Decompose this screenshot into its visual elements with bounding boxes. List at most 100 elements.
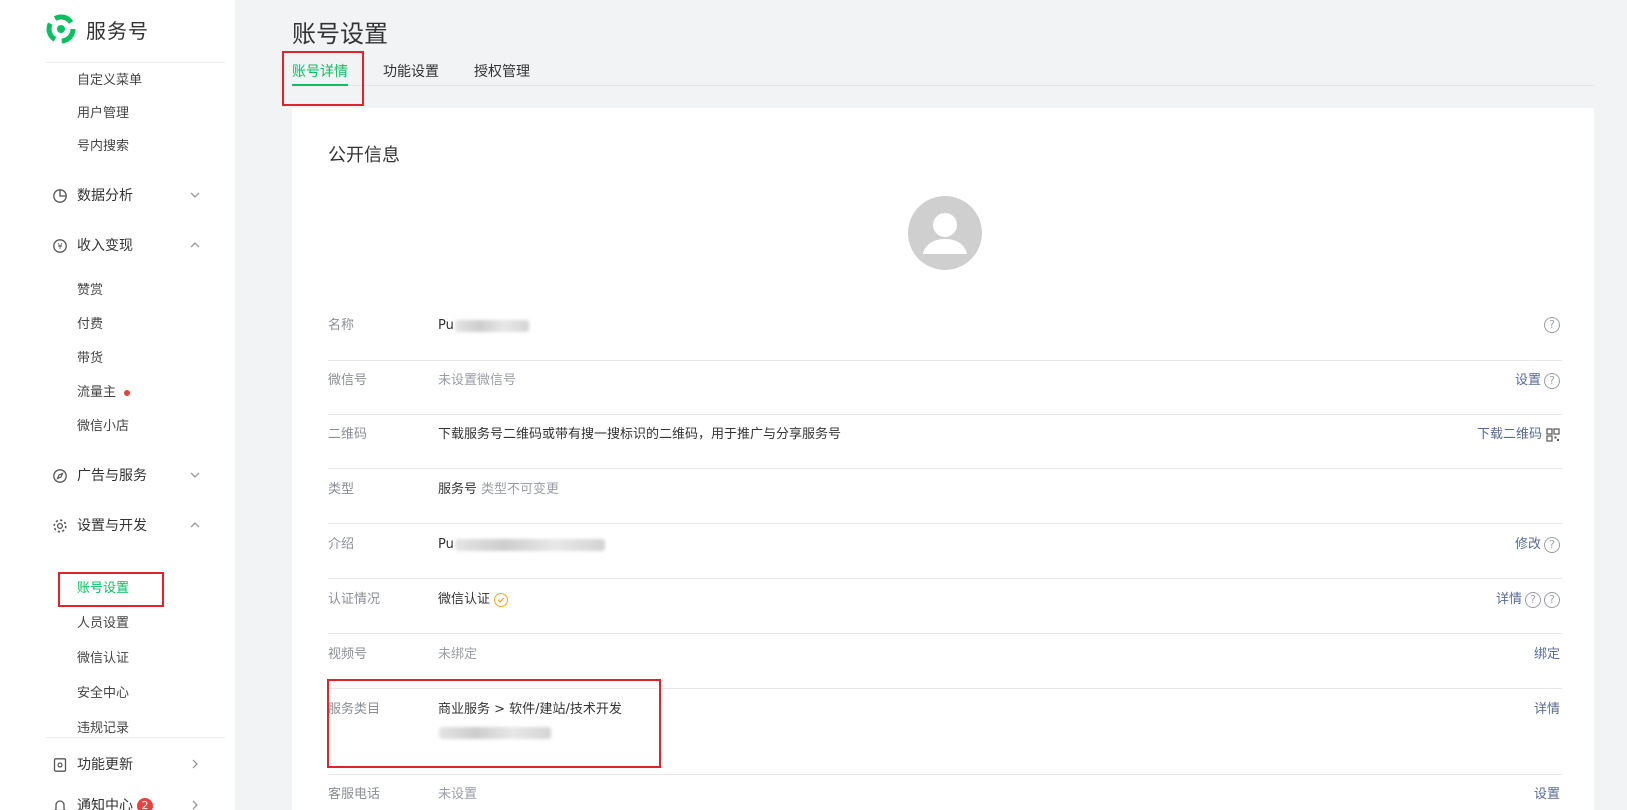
intro-text: Pu — [438, 537, 454, 552]
user-silhouette-icon — [923, 213, 967, 254]
name-help[interactable]: ? — [1541, 317, 1560, 333]
sidebar-item-appreciation[interactable]: 赞赏 — [77, 282, 103, 300]
sidebar-item-paid[interactable]: 付费 — [77, 316, 103, 334]
qrcode-icon — [1546, 428, 1560, 442]
redacted-text — [454, 320, 529, 332]
sidebar-item-account-settings[interactable]: 账号设置 — [77, 580, 129, 598]
phone-value: 未设置 — [438, 786, 477, 804]
tab-account-details[interactable]: 账号详情 — [292, 62, 348, 86]
bell-icon — [52, 798, 68, 810]
row-label: 类型 — [328, 482, 355, 497]
sidebar-item-in-account-search[interactable]: 号内搜索 — [77, 138, 129, 156]
sidebar-item-security-center[interactable]: 安全中心 — [77, 685, 129, 703]
intro-actions: 修改 ? — [1515, 536, 1560, 554]
row-divider — [328, 774, 1562, 775]
question-icon[interactable]: ? — [1544, 373, 1560, 389]
channels-text: 未绑定 — [438, 647, 478, 662]
sidebar-item-user-management[interactable]: 用户管理 — [77, 105, 129, 123]
wechat-id-text: 未设置微信号 — [438, 373, 517, 388]
account-name-value: Pu — [438, 317, 529, 335]
row-divider — [328, 468, 1562, 469]
row-label: 二维码 — [328, 427, 368, 442]
tab-bar: 账号详情 功能设置 授权管理 — [292, 62, 1594, 86]
sidebar: 服务号 自定义菜单 用户管理 号内搜索 数据分析 ¥ 收入变现 赞赏 付费 带货… — [0, 0, 235, 810]
sidebar-group-ads-services[interactable]: 广告与服务 — [52, 466, 202, 486]
chevron-up-icon — [188, 238, 202, 252]
sidebar-item-custom-menu[interactable]: 自定义菜单 — [77, 72, 142, 90]
sidebar-item-sell-goods[interactable]: 带货 — [77, 350, 103, 368]
tab-authorization-management[interactable]: 授权管理 — [474, 62, 530, 82]
question-icon: ? — [1544, 317, 1560, 333]
sidebar-item-staff-settings[interactable]: 人员设置 — [77, 615, 129, 633]
tab-feature-settings[interactable]: 功能设置 — [383, 62, 439, 82]
row-divider — [328, 360, 1562, 361]
sidebar-group-monetization[interactable]: ¥ 收入变现 — [52, 236, 202, 256]
redacted-text — [439, 727, 551, 739]
sidebar-group-label: 设置与开发 — [77, 518, 147, 534]
service-category-details-link[interactable]: 详情 — [1534, 701, 1560, 719]
sidebar-group-label: 收入变现 — [77, 238, 133, 254]
compass-icon — [52, 468, 68, 484]
sidebar-divider — [46, 62, 225, 63]
notification-dot — [124, 390, 131, 396]
sidebar-group-feature-updates[interactable]: 功能更新 — [52, 755, 202, 775]
chevron-down-icon — [188, 468, 202, 482]
row-divider — [328, 414, 1562, 415]
download-qrcode-label: 下载二维码 — [1476, 427, 1542, 442]
gear-icon — [52, 518, 68, 534]
verification-value: 微信认证 — [438, 591, 509, 609]
avatar[interactable] — [908, 196, 982, 270]
verification-text: 微信认证 — [438, 592, 491, 607]
edit-intro-link[interactable]: 修改 — [1515, 536, 1541, 554]
account-type-value: 服务号 类型不可变更 — [438, 481, 559, 499]
question-icon[interactable]: ? — [1525, 592, 1541, 608]
sidebar-group-label: 功能更新 — [77, 757, 133, 773]
row-divider — [328, 578, 1562, 579]
phone-text: 未设置 — [438, 787, 478, 802]
account-type-note: 类型不可变更 — [481, 482, 560, 497]
row-label: 微信号 — [328, 373, 368, 388]
sidebar-group-notifications[interactable]: 通知中心 2 — [52, 796, 202, 810]
account-name-text: Pu — [438, 318, 454, 333]
set-wechat-id-link[interactable]: 设置 — [1515, 372, 1541, 390]
question-icon[interactable]: ? — [1544, 537, 1560, 553]
question-icon[interactable]: ? — [1544, 592, 1560, 608]
sidebar-group-settings-dev[interactable]: 设置与开发 — [52, 516, 202, 536]
chevron-down-icon — [188, 188, 202, 202]
row-divider — [328, 633, 1562, 634]
row-divider — [328, 688, 1562, 689]
page-title: 账号设置 — [292, 20, 388, 48]
brand-name: 服务号 — [86, 18, 149, 43]
svg-text:¥: ¥ — [57, 242, 62, 251]
notification-badge: 2 — [137, 798, 153, 810]
pie-chart-icon — [52, 188, 68, 204]
chevron-right-icon — [188, 798, 202, 810]
download-qrcode-link[interactable]: 下载二维码 — [1477, 426, 1560, 444]
section-title: 公开信息 — [328, 145, 400, 166]
sidebar-item-traffic-owner[interactable]: 流量主 — [77, 384, 131, 402]
set-phone-link[interactable]: 设置 — [1534, 786, 1560, 804]
redacted-text — [454, 539, 605, 551]
chevron-up-icon — [188, 518, 202, 532]
row-label: 名称 — [328, 318, 355, 333]
account-type-text: 服务号 — [438, 482, 478, 497]
channels-value: 未绑定 — [438, 646, 477, 664]
wechat-id-value: 未设置微信号 — [438, 372, 516, 390]
service-category-value: 商业服务 > 软件/建站/技术开发 — [438, 702, 622, 717]
sidebar-item-label: 流量主 — [77, 385, 117, 400]
sidebar-item-wechat-verification[interactable]: 微信认证 — [77, 650, 129, 668]
sidebar-group-label: 广告与服务 — [77, 468, 147, 484]
brand-logo[interactable]: 服务号 — [46, 14, 149, 44]
wechat-id-actions: 设置 ? — [1515, 372, 1560, 390]
sidebar-item-violation-records[interactable]: 违规记录 — [77, 720, 129, 738]
qrcode-description: 下载服务号二维码或带有搜一搜标识的二维码，用于推广与分享服务号 — [438, 427, 842, 442]
yuan-icon: ¥ — [52, 238, 68, 254]
chevron-right-icon — [188, 757, 202, 771]
brand-logo-icon — [46, 14, 76, 44]
row-label: 服务类目 — [328, 702, 381, 717]
sidebar-group-data-analysis[interactable]: 数据分析 — [52, 186, 202, 206]
row-label: 介绍 — [328, 537, 355, 552]
sidebar-item-wechat-store[interactable]: 微信小店 — [77, 418, 129, 436]
bind-channels-link[interactable]: 绑定 — [1534, 646, 1560, 664]
verification-details-link[interactable]: 详情 — [1496, 591, 1522, 609]
